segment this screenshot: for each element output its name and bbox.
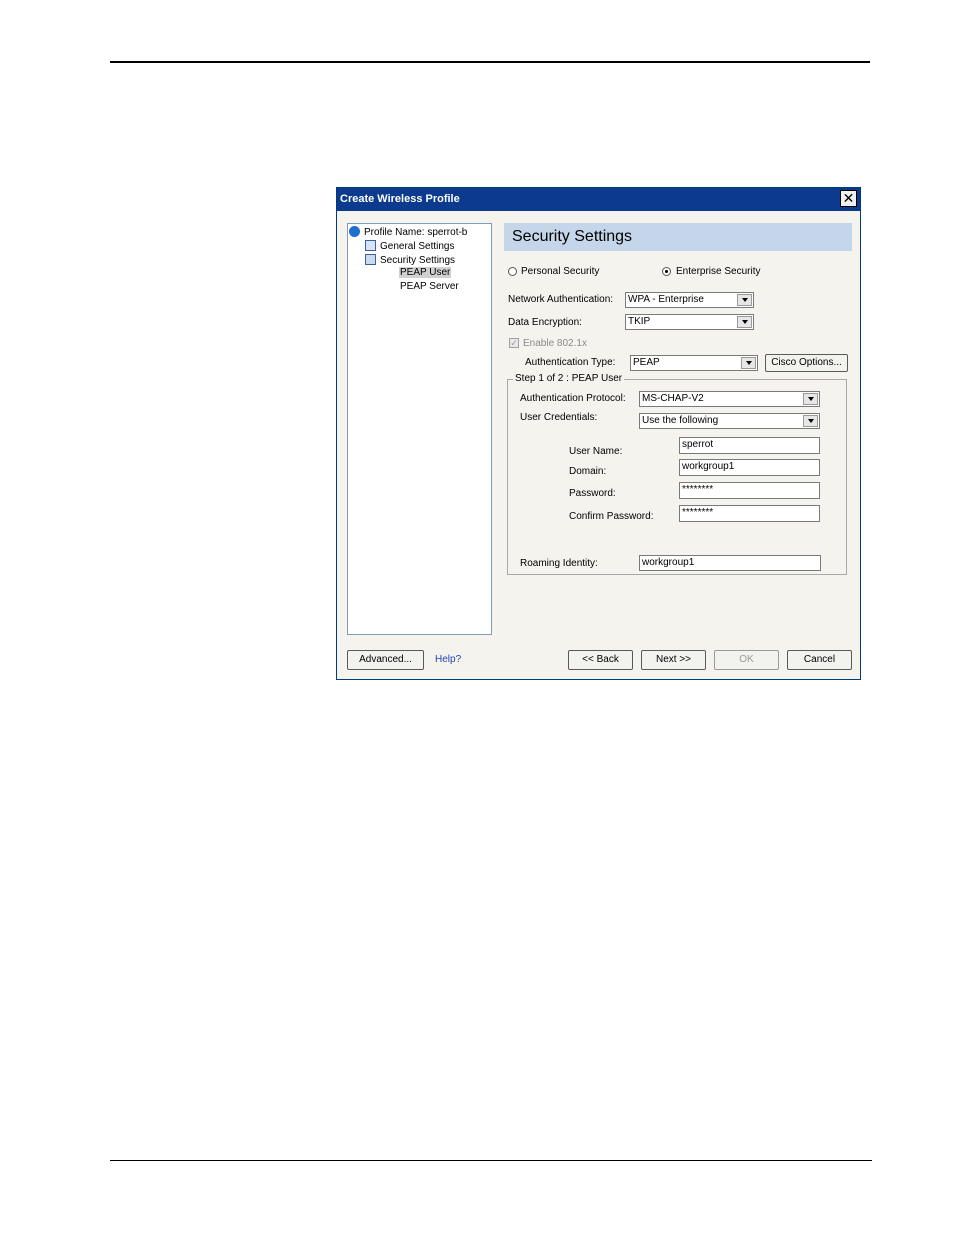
tree-item-profile-name[interactable]: Profile Name: sperrot-b <box>349 226 467 238</box>
page-bottom-rule <box>110 1160 872 1161</box>
title-bar: Create Wireless Profile ✕ <box>337 188 860 211</box>
auth-protocol-label: Authentication Protocol: <box>520 393 626 404</box>
tree-item-security-settings[interactable]: Security Settings <box>365 254 455 266</box>
enable-8021x-label: Enable 802.1x <box>523 338 587 349</box>
network-auth-label: Network Authentication: <box>508 294 614 305</box>
settings-doc-icon <box>365 240 376 251</box>
enterprise-security-label: Enterprise Security <box>676 266 761 277</box>
tree-item-general-settings[interactable]: General Settings <box>365 240 455 252</box>
data-encryption-select[interactable]: TKIP <box>625 314 754 330</box>
chevron-down-icon <box>741 357 756 369</box>
section-title: Security Settings <box>512 228 633 245</box>
user-name-label: User Name: <box>569 446 623 457</box>
next-button[interactable]: Next >> <box>641 650 706 670</box>
lock-icon <box>365 254 376 265</box>
cisco-options-button[interactable]: Cisco Options... <box>765 354 848 372</box>
network-auth-select[interactable]: WPA - Enterprise <box>625 292 754 308</box>
close-icon: ✕ <box>842 190 855 206</box>
ok-button[interactable]: OK <box>714 650 779 670</box>
password-label: Password: <box>569 488 616 499</box>
enable-8021x-checkbox[interactable]: ✓ <box>509 338 519 348</box>
personal-security-label: Personal Security <box>521 266 600 277</box>
window-title: Create Wireless Profile <box>340 193 460 205</box>
auth-type-select[interactable]: PEAP <box>630 355 758 371</box>
confirm-password-label: Confirm Password: <box>569 511 654 522</box>
data-encryption-label: Data Encryption: <box>508 317 582 328</box>
group-legend: Step 1 of 2 : PEAP User <box>513 373 625 384</box>
domain-label: Domain: <box>569 466 607 477</box>
page-top-rule <box>110 61 870 63</box>
chevron-down-icon <box>803 393 818 405</box>
back-button[interactable]: << Back <box>568 650 633 670</box>
confirm-password-field[interactable]: ******** <box>679 505 820 522</box>
cancel-button[interactable]: Cancel <box>787 650 852 670</box>
domain-field[interactable]: workgroup1 <box>679 459 820 476</box>
help-link[interactable]: Help? <box>435 654 461 665</box>
user-credentials-select[interactable]: Use the following <box>639 413 820 429</box>
advanced-button[interactable]: Advanced... <box>347 650 424 670</box>
auth-protocol-select[interactable]: MS-CHAP-V2 <box>639 391 820 407</box>
chevron-down-icon <box>803 415 818 427</box>
tree-item-peap-user[interactable]: PEAP User <box>399 267 452 278</box>
tree-item-peap-server[interactable]: PEAP Server <box>400 281 459 292</box>
peap-user-group: Step 1 of 2 : PEAP User Authentication P… <box>507 373 847 575</box>
auth-type-label: Authentication Type: <box>525 357 616 368</box>
section-header: Security Settings <box>504 223 852 251</box>
user-credentials-label: User Credentials: <box>520 412 598 423</box>
user-name-field[interactable]: sperrot <box>679 437 820 454</box>
roaming-identity-field[interactable]: workgroup1 <box>639 555 821 571</box>
create-wireless-profile-dialog: Create Wireless Profile ✕ Profile Name: … <box>336 187 861 680</box>
chevron-down-icon <box>737 294 752 306</box>
personal-security-radio[interactable] <box>508 267 517 276</box>
close-button[interactable]: ✕ <box>840 190 857 207</box>
chevron-down-icon <box>737 316 752 328</box>
wifi-icon <box>349 226 360 237</box>
enterprise-security-radio[interactable] <box>662 267 671 276</box>
profile-tree: Profile Name: sperrot-b General Settings… <box>347 223 492 635</box>
roaming-identity-label: Roaming Identity: <box>520 558 598 569</box>
password-field[interactable]: ******** <box>679 482 820 499</box>
